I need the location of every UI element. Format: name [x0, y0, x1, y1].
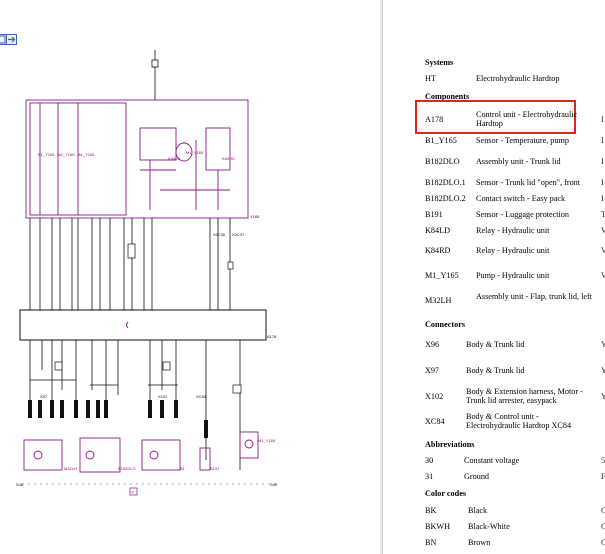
label-m1: M1_Y165 — [186, 150, 204, 155]
legend-edge: Y — [601, 366, 605, 375]
bottom-components: M32LH B182DLO B191 M1_Y165 B1 — [23, 431, 276, 473]
legend-code: A178 — [425, 115, 444, 124]
label-x102: X102 — [158, 394, 168, 399]
legend-code: B182DLO.2 — [425, 194, 466, 203]
legend-desc: Constant voltage — [464, 456, 520, 465]
legend-code: X97 — [425, 366, 440, 375]
legend-desc: Sensor - Temperature, pump — [476, 136, 569, 145]
legend-code: XC84 — [425, 417, 445, 426]
legend-code: M32LH — [425, 296, 452, 305]
legend-edge: V — [601, 226, 605, 235]
control-unit-a178: A178 — [19, 309, 277, 341]
legend-desc: Assembly unit - Flap, trunk lid, left — [476, 292, 592, 301]
legend-code: X102 — [425, 392, 444, 401]
hydraulic-unit-y165: B1_Y165 B2_Y165 B1_Y165 K84LD M1_Y165 K8… — [25, 99, 260, 219]
legend-desc: Body & Trunk lid — [466, 340, 525, 349]
legend-desc: Relay - Hydraulic unit — [476, 246, 550, 255]
legend-code: B191 — [425, 210, 443, 219]
legend-edge: G — [601, 522, 605, 531]
legend-code: K84LD — [425, 226, 451, 235]
legend-code: K84RD — [425, 246, 451, 255]
legend-edge: I — [601, 157, 604, 166]
label-b1b: B1 — [180, 466, 186, 471]
legend-desc: Body & Control unit - Electrohydraulic H… — [466, 412, 572, 431]
legend-desc: Sensor - Luggage protection — [476, 210, 569, 219]
legend-code: HT — [425, 74, 436, 83]
section-abbreviations: Abbreviations — [425, 440, 475, 449]
legend-code: BKWH — [425, 522, 451, 531]
label-m1b: M1_Y165 — [258, 438, 276, 443]
wiring-diagram: B1_Y165 B2_Y165 B1_Y165 K84LD M1_Y165 K8… — [16, 50, 280, 496]
legend-edge: T — [601, 210, 605, 219]
legend-code: B182DLO.1 — [425, 178, 466, 187]
harness-wires: X0C36 X0C37 — [29, 218, 245, 310]
legend-desc: Pump - Hydraulic unit — [476, 271, 550, 280]
diagram-page: B1_Y165 B2_Y165 B1_Y165 K84LD M1_Y165 K8… — [0, 0, 382, 554]
legend-edge: I — [601, 136, 604, 145]
legend-desc: Body & Extension harness, Motor - Trunk … — [466, 387, 583, 406]
legend-edge: F — [601, 472, 605, 481]
legend-edge: V — [601, 246, 605, 255]
label-m32lh: M32LH — [64, 466, 77, 471]
section-connectors: Connectors — [425, 320, 466, 329]
legend-edge: G — [601, 538, 605, 547]
legend-desc: Contact switch - Easy pack — [476, 194, 566, 203]
legend-edge: I — [601, 194, 604, 203]
legend-edge: V — [601, 271, 605, 280]
label-b1b: B2_Y165 — [58, 152, 75, 157]
legend-desc: Body & Trunk lid — [466, 366, 525, 375]
label-xc84: XC84 — [196, 394, 207, 399]
label-a178: A178 — [267, 334, 277, 339]
legend-edge: I — [601, 115, 604, 124]
label-b182: B1_Y165 — [78, 152, 95, 157]
legend-edge: I — [601, 178, 604, 187]
legend-edge: Y — [601, 340, 605, 349]
legend-desc: Sensor - Trunk lid "open", front — [476, 178, 581, 187]
label-b182dlo: B182DLO — [118, 466, 136, 471]
legend-desc: Electrohydraulic Hardtop — [476, 74, 560, 83]
legend-page: Systems HT Electrohydraulic Hardtop Comp… — [382, 0, 605, 554]
label-b1: B1_Y165 — [38, 152, 55, 157]
legend-desc: Assembly unit - Trunk lid — [476, 157, 561, 166]
label-b191: B191 — [210, 466, 220, 471]
legend-edge: Y — [601, 392, 605, 401]
page-ruler: S48 S49 F P146931 — [16, 482, 280, 496]
legend-desc: Control unit - Electrohydraulic Hardtop — [476, 110, 578, 129]
legend-code: 31 — [425, 472, 434, 481]
legend-code: B1_Y165 — [425, 136, 457, 145]
legend-code: B182DLO — [425, 157, 460, 166]
legend-code: X96 — [425, 340, 440, 349]
top-connector — [151, 50, 159, 100]
label-c2: X0C37 — [232, 232, 245, 237]
section-systems: Systems — [425, 58, 454, 67]
label-k84rd: K84RD — [222, 156, 235, 161]
ruler-end: S49 — [270, 482, 278, 487]
lower-harness: X97 X102 XC84 — [28, 340, 242, 470]
legend-desc: Black-White — [468, 522, 510, 531]
legend-edge: 5 — [601, 456, 605, 465]
label-k84ld: K84LD — [168, 156, 180, 161]
section-color-codes: Color codes — [425, 489, 467, 498]
legend-desc: Black — [468, 506, 488, 515]
legend-code: 30 — [425, 456, 434, 465]
legend-code: BK — [425, 506, 437, 515]
legend-code: M1_Y165 — [425, 271, 459, 280]
legend-desc: Brown — [468, 538, 491, 547]
label-y165: Y165 — [250, 214, 260, 219]
label-x97: X97 — [40, 394, 48, 399]
legend-edge: G — [601, 506, 605, 515]
ruler-start: S48 — [16, 482, 24, 487]
legend-desc: Relay - Hydraulic unit — [476, 226, 550, 235]
legend-desc: Ground — [464, 472, 490, 481]
legend-code: BN — [425, 538, 437, 547]
label-c1: X0C36 — [213, 232, 226, 237]
